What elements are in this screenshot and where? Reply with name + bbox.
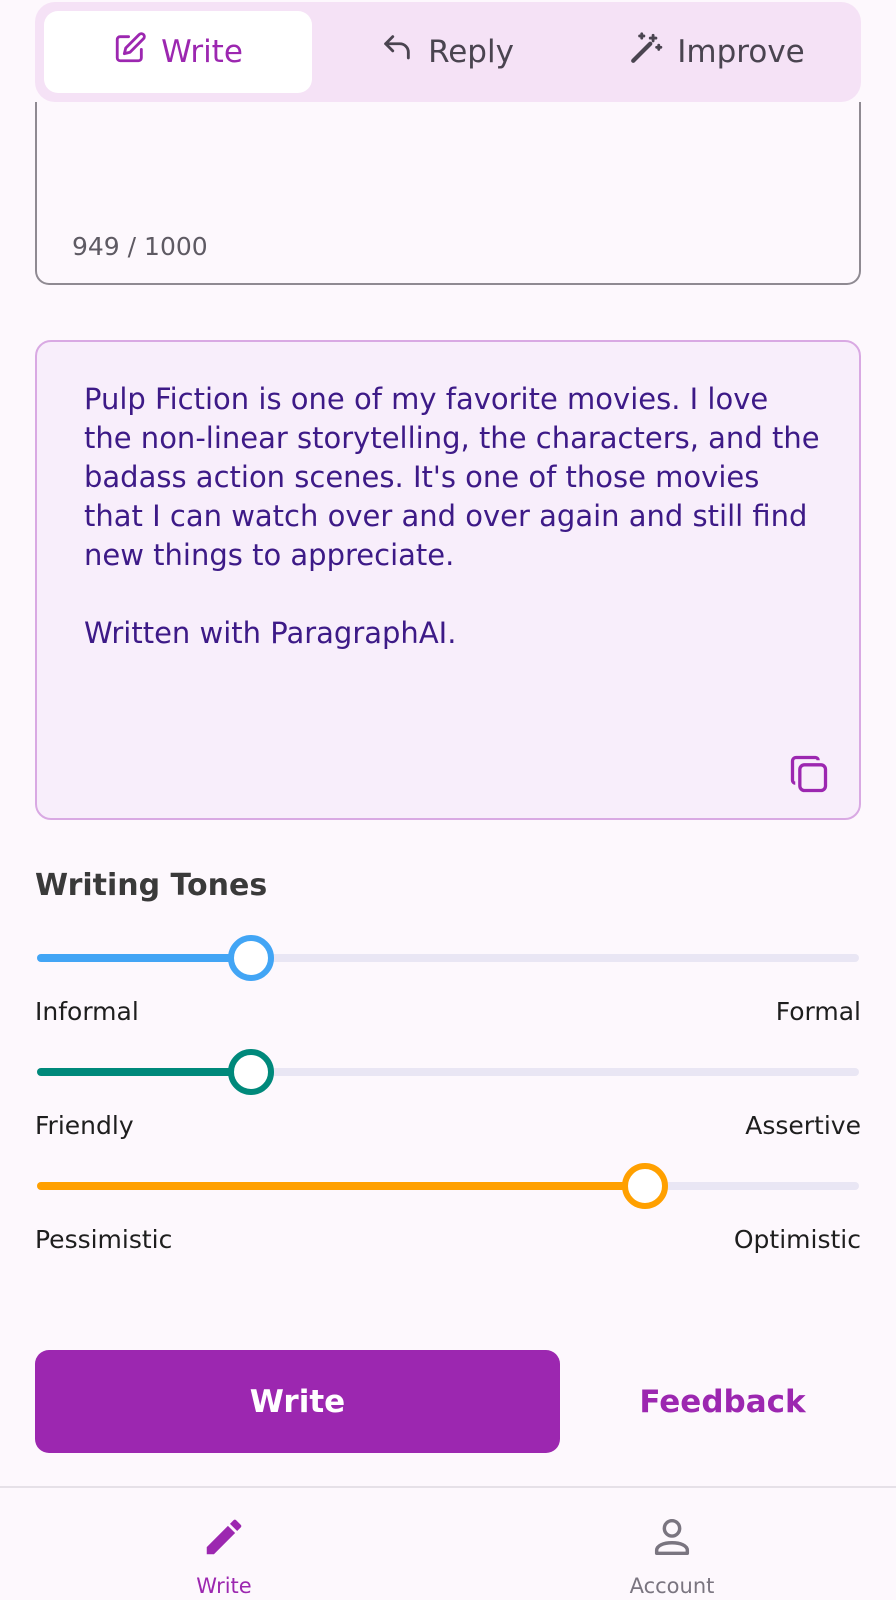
write-button[interactable]: Write [35, 1350, 560, 1453]
tone-slider-friendliness[interactable] [35, 1049, 861, 1095]
tab-improve-label: Improve [677, 34, 805, 70]
slider-label-formal: Formal [775, 997, 861, 1026]
writing-tones-heading: Writing Tones [35, 868, 268, 903]
slider-fill [37, 954, 251, 962]
reply-icon [380, 31, 414, 73]
slider-thumb[interactable] [227, 1049, 274, 1095]
slider-fill [37, 1068, 251, 1076]
tab-write[interactable]: Write [44, 11, 312, 93]
magic-wand-icon [629, 31, 663, 73]
nav-item-write[interactable]: Write [0, 1488, 448, 1600]
tab-improve[interactable]: Improve [582, 11, 852, 93]
slider-label-pessimistic: Pessimistic [35, 1225, 173, 1254]
nav-item-account[interactable]: Account [448, 1488, 896, 1600]
tone-slider-optimism[interactable] [35, 1163, 861, 1209]
slider-fill [37, 1182, 646, 1190]
tone-slider-formality[interactable] [35, 935, 861, 981]
slider-label-friendly: Friendly [35, 1111, 134, 1140]
copy-icon [787, 755, 831, 800]
nav-label-write: Write [196, 1574, 252, 1598]
nav-label-account: Account [629, 1574, 715, 1598]
tab-write-label: Write [161, 34, 243, 70]
character-counter: 949 / 1000 [72, 232, 208, 261]
tab-reply[interactable]: Reply [312, 11, 582, 93]
output-panel: Pulp Fiction is one of my favorite movie… [35, 340, 861, 820]
copy-button[interactable] [787, 752, 831, 796]
feedback-button[interactable]: Feedback [600, 1350, 845, 1453]
edit-icon [113, 31, 147, 73]
generated-text: Pulp Fiction is one of my favorite movie… [84, 382, 820, 650]
tab-reply-label: Reply [428, 34, 514, 70]
slider-thumb[interactable] [227, 935, 274, 981]
slider-thumb[interactable] [622, 1163, 669, 1209]
bottom-navigation: Write Account [0, 1486, 896, 1600]
slider-label-assertive: Assertive [745, 1111, 861, 1140]
mode-tab-bar: Write Reply Improve [35, 2, 861, 102]
slider-label-optimistic: Optimistic [733, 1225, 861, 1254]
pencil-icon [201, 1514, 247, 1564]
prompt-input[interactable]: 949 / 1000 [35, 102, 861, 285]
person-icon [649, 1514, 695, 1564]
slider-label-informal: Informal [35, 997, 139, 1026]
